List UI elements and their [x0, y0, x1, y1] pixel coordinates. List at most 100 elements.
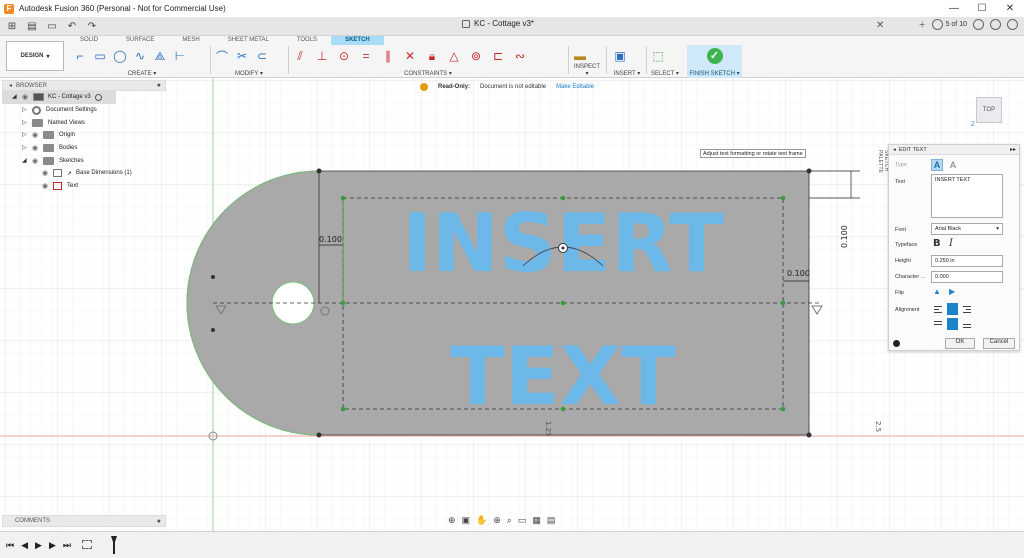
step-back-button[interactable]: ◀	[21, 540, 28, 551]
expand-arrow-icon[interactable]: ▷	[22, 132, 28, 138]
bold-button[interactable]: B	[933, 238, 941, 249]
coincident-icon[interactable]: ⫽	[292, 48, 308, 64]
dimension-left[interactable]: 0.100	[319, 235, 342, 244]
offset-icon[interactable]: ⊂	[254, 48, 270, 64]
job-status[interactable]: 5 of 10	[931, 19, 967, 30]
trim-icon[interactable]: ✂	[234, 48, 250, 64]
rectangle-icon[interactable]: ▭	[92, 48, 108, 64]
redo-icon[interactable]: ↷	[84, 19, 100, 33]
visibility-eye-icon[interactable]: ◉	[42, 169, 50, 177]
make-editable-link[interactable]: Make Editable	[556, 84, 594, 90]
timeline-sketch-icon[interactable]	[81, 540, 92, 549]
font-select[interactable]: Arial Black ▾	[931, 223, 1003, 235]
text-on-path-icon[interactable]: A	[947, 159, 959, 171]
tab-mesh[interactable]: MESH	[168, 36, 213, 45]
fillet-icon[interactable]: ⌒	[214, 48, 230, 64]
visibility-eye-icon[interactable]: ◉	[42, 182, 50, 190]
tangent-icon[interactable]: ⊙	[336, 48, 352, 64]
line-icon[interactable]: ⌐	[72, 48, 88, 64]
select-icon[interactable]: ⬚	[650, 48, 666, 64]
close-window-button[interactable]: ✕	[996, 0, 1024, 17]
pan-icon[interactable]: ✋	[476, 515, 487, 526]
file-menu-icon[interactable]: ▤	[24, 19, 40, 33]
orbit-icon[interactable]: ⊕	[448, 515, 456, 526]
horizontal-vertical-icon[interactable]: ⊥	[314, 48, 330, 64]
maximize-button[interactable]: ☐	[968, 0, 996, 17]
go-to-end-button[interactable]: ⏭	[63, 540, 71, 551]
fix-icon[interactable]: 🔒︎	[424, 48, 440, 64]
sketch-palette-tab[interactable]: SKETCH PALETTE	[875, 146, 889, 196]
midpoint-icon[interactable]: △	[446, 48, 462, 64]
align-bottom-icon[interactable]	[962, 319, 972, 329]
browser-header[interactable]: ◂ BROWSER ●	[2, 80, 166, 91]
circle-icon[interactable]: ◯	[112, 48, 128, 64]
parallel-icon[interactable]: ∥	[380, 48, 396, 64]
info-icon[interactable]	[893, 340, 900, 347]
display-settings-icon[interactable]: ▭	[518, 515, 527, 526]
align-left-icon[interactable]	[933, 304, 943, 314]
align-top-icon[interactable]	[933, 319, 943, 329]
perpendicular-icon[interactable]: ✕	[402, 48, 418, 64]
spline-icon[interactable]: ∿	[132, 48, 148, 64]
insert-menu[interactable]: INSERT ▾	[612, 70, 642, 77]
finish-sketch-button[interactable]: ✓ FINISH SKETCH ▾	[687, 45, 742, 78]
tree-item-bodies[interactable]: ▷ ◉ Bodies	[2, 142, 166, 155]
app-grid-icon[interactable]: ⊞	[4, 19, 20, 33]
new-tab-button[interactable]: ＋	[919, 20, 926, 30]
dimension-edge[interactable]: 2.5	[874, 421, 882, 432]
insert-image-icon[interactable]: ▣	[612, 48, 628, 64]
tree-item-sketches[interactable]: ◢ ◉ Sketches	[2, 154, 166, 167]
inspect-menu[interactable]: INSPECT ▾	[572, 64, 602, 77]
text-content-field[interactable]: INSERT TEXT	[931, 174, 1003, 218]
collapse-icon[interactable]: ◂	[9, 82, 12, 89]
height-input[interactable]: 0.250 in	[931, 255, 1003, 267]
radio-active-icon[interactable]	[94, 93, 102, 101]
user-avatar[interactable]	[1007, 19, 1018, 30]
measure-icon[interactable]: ▬	[572, 48, 588, 64]
dimension-icon[interactable]: ⊢	[172, 48, 188, 64]
zoom-icon[interactable]: ⊕	[493, 515, 501, 526]
tab-tools[interactable]: TOOLS	[283, 36, 331, 45]
tree-root-document[interactable]: ◢ ◉ KC - Cottage v3	[2, 91, 116, 104]
italic-button[interactable]: I	[949, 238, 953, 249]
tree-item-base-dimensions[interactable]: ◉ ➚ Base Dimensions (1)	[2, 167, 166, 180]
close-tab-icon[interactable]: ✕	[876, 20, 884, 31]
visibility-eye-icon[interactable]: ◉	[22, 93, 30, 101]
equal-icon[interactable]: =	[358, 48, 374, 64]
text-type-icon[interactable]: A	[931, 159, 943, 171]
document-tab[interactable]: KC - Cottage v3*	[462, 19, 534, 28]
curvature-icon[interactable]: ∾	[512, 48, 528, 64]
tree-item-named-views[interactable]: ▷ Named Views	[2, 116, 166, 129]
comments-pin-icon[interactable]: ●	[157, 518, 161, 525]
expand-arrow-icon[interactable]: ▷	[22, 120, 28, 126]
tree-item-text[interactable]: ◉ Text	[2, 180, 166, 193]
tree-item-origin[interactable]: ▷ ◉ Origin	[2, 129, 166, 142]
browser-pin-icon[interactable]: ●	[157, 82, 161, 89]
look-at-icon[interactable]: ▣	[462, 515, 471, 526]
viewcube[interactable]: TOP	[976, 97, 1002, 123]
viewports-icon[interactable]: ▤	[547, 515, 556, 526]
align-center-icon[interactable]	[947, 303, 958, 315]
dimension-top-right[interactable]: 0.100	[840, 225, 849, 248]
flip-horizontal-icon[interactable]: ▶	[949, 287, 955, 296]
select-menu[interactable]: SELECT ▾	[650, 70, 680, 77]
visibility-eye-icon[interactable]: ◉	[32, 157, 40, 165]
help-icon[interactable]	[990, 19, 1001, 30]
flip-vertical-icon[interactable]: ▲	[933, 287, 941, 296]
concentric-icon[interactable]: ⊚	[468, 48, 484, 64]
zoom-window-icon[interactable]: ⌕	[507, 515, 512, 526]
mirror-icon[interactable]: ⟁	[152, 48, 168, 64]
visibility-eye-icon[interactable]: ◉	[32, 131, 40, 139]
tab-solid[interactable]: SOLID	[66, 36, 112, 45]
symmetry-icon[interactable]: ⊏	[490, 48, 506, 64]
dimension-bottom[interactable]: 1.25	[544, 421, 552, 437]
character-spacing-input[interactable]: 0.000	[931, 271, 1003, 283]
go-to-start-button[interactable]: ⏮	[6, 540, 14, 551]
visibility-eye-icon[interactable]: ◉	[32, 144, 40, 152]
play-button[interactable]: ▶	[35, 540, 42, 551]
workspace-selector[interactable]: DESIGN ▾	[6, 41, 64, 71]
step-forward-button[interactable]: ▶	[49, 540, 56, 551]
grid-settings-icon[interactable]: ▦	[532, 515, 541, 526]
align-middle-icon[interactable]	[947, 318, 958, 330]
collapse-icon[interactable]: ◂	[893, 147, 896, 153]
